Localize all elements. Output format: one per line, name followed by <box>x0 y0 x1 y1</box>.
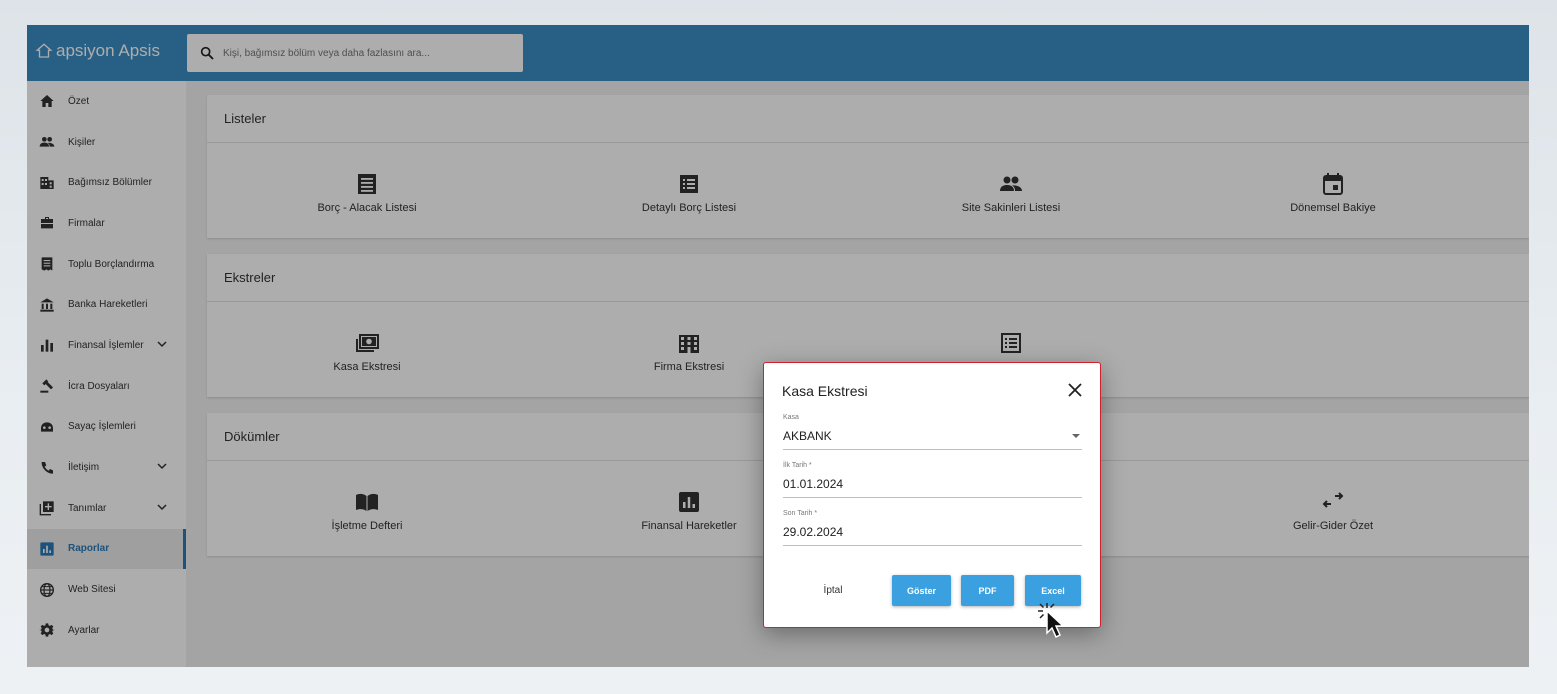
kasa-ekstresi-dialog: Kasa Ekstresi Kasa AKBANK İlk Tarih * 01… <box>763 362 1101 628</box>
dialog-title: Kasa Ekstresi <box>782 383 868 399</box>
start-date-value[interactable]: 01.01.2024 <box>783 477 1053 491</box>
show-button[interactable]: Göster <box>892 575 951 606</box>
end-date-field[interactable]: Son Tarih * 29.02.2024 <box>783 510 1082 546</box>
end-date-value[interactable]: 29.02.2024 <box>783 525 1053 539</box>
close-icon[interactable] <box>1068 383 1082 397</box>
kasa-label: Kasa <box>783 414 799 421</box>
cancel-button[interactable]: İptal <box>808 575 858 606</box>
start-date-label: İlk Tarih * <box>783 462 812 469</box>
dropdown-arrow-icon[interactable] <box>1072 434 1080 438</box>
start-date-field[interactable]: İlk Tarih * 01.01.2024 <box>783 462 1082 498</box>
pdf-button[interactable]: PDF <box>961 575 1014 606</box>
kasa-select[interactable]: Kasa AKBANK <box>783 414 1082 450</box>
mouse-cursor-icon <box>1038 603 1065 639</box>
end-date-label: Son Tarih * <box>783 510 818 517</box>
kasa-value: AKBANK <box>783 429 832 443</box>
app-window: apsiyon Apsis Özet Kişiler Bağımsız Bölü… <box>27 25 1529 667</box>
